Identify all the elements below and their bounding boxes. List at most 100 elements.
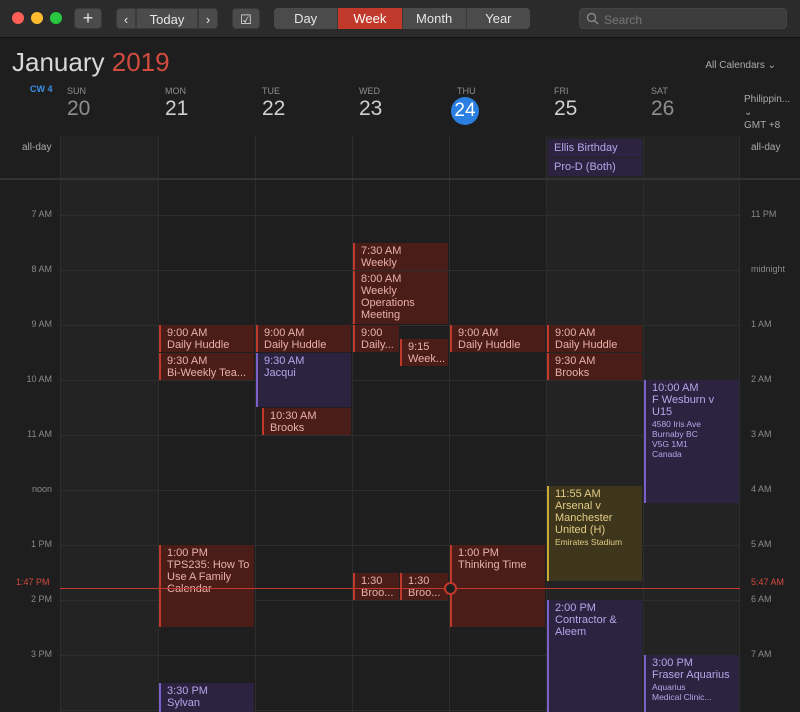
search-input[interactable]	[602, 9, 786, 30]
event-daily-huddle[interactable]: 9:00 AM Daily Huddle	[450, 325, 545, 352]
day-header-sun[interactable]: SUN 20	[67, 86, 164, 121]
invitations-icon[interactable]: ☑	[232, 8, 260, 29]
event-time: 2:00 PM	[555, 602, 596, 614]
allday-event-ellis-birthday[interactable]: Ellis Birthday	[548, 139, 642, 157]
event-location: Aquarius	[652, 682, 686, 692]
event-time: 9:00 AM	[167, 327, 208, 339]
tab-day[interactable]: Day	[274, 8, 339, 29]
event-daily-huddle[interactable]: 9:00 Daily...	[353, 325, 399, 352]
event-location: Medical Clinic...	[652, 692, 712, 702]
event-time: 8:00 AM	[361, 273, 402, 285]
hour-label-secondary: 3 AM	[751, 429, 772, 439]
day-name: FRI	[554, 86, 569, 96]
event-title: Weekly Custom...	[361, 257, 408, 270]
event-title: F Wesburn v U15	[652, 394, 715, 418]
page-title: January 2019	[12, 47, 170, 78]
event-time: 9:00 AM	[264, 327, 305, 339]
event-brooks[interactable]: 1:30 Broo...	[400, 573, 448, 600]
hour-label: 1 PM	[30, 539, 52, 549]
allday-event-pro-d[interactable]: Pro-D (Both)	[548, 158, 642, 176]
event-location: Canada	[652, 449, 682, 459]
event-daily-huddle[interactable]: 9:00 AM Daily Huddle	[547, 325, 642, 352]
event-jacqui[interactable]: 9:30 AM Jacqui	[256, 353, 351, 407]
event-title: Daily Huddle	[264, 339, 327, 351]
day-header-mon[interactable]: MON 21	[165, 86, 262, 121]
event-weekly[interactable]: 9:15 Week...	[400, 339, 448, 366]
event-title: Jacqui	[264, 367, 296, 379]
hour-label-secondary: 6 AM	[751, 594, 772, 604]
today-button[interactable]: Today	[136, 8, 198, 29]
day-name: SUN	[67, 86, 87, 96]
year-label: 2019	[111, 47, 170, 77]
event-contractor[interactable]: 2:00 PM Contractor & Aleem	[547, 600, 642, 712]
day-number: 20	[67, 97, 91, 120]
add-event-button[interactable]: +	[74, 8, 102, 29]
event-location: Emirates Stadium	[555, 537, 623, 547]
tab-month[interactable]: Month	[403, 8, 467, 29]
event-title: Arsenal v Manchester United (H)	[555, 500, 613, 536]
column-sun[interactable]	[60, 136, 158, 712]
timezone-selector[interactable]: Philippin... ⌄ GMT +8	[744, 93, 800, 132]
column-wed[interactable]	[352, 136, 449, 712]
minimize-window-button[interactable]	[31, 12, 43, 24]
event-wesburn[interactable]: 10:00 AM F Wesburn v U15 4580 Iris Ave B…	[644, 380, 739, 503]
week-grid[interactable]: all-day all-day Ellis Birthday Pro-D (Bo…	[0, 136, 800, 712]
hour-line	[60, 380, 740, 381]
hour-label: 8 AM	[31, 264, 52, 274]
all-calendars-dropdown[interactable]: All Calendars ⌄	[705, 60, 776, 71]
hour-label: 7 AM	[31, 209, 52, 219]
event-time: 9:00 AM	[458, 327, 499, 339]
tab-week[interactable]: Week	[338, 8, 403, 29]
event-title: Sylvan	[167, 697, 201, 709]
event-time: 9:00	[361, 327, 383, 339]
event-brooks-duncan[interactable]: 10:30 AM Brooks Dunca...	[262, 408, 351, 435]
search-icon	[586, 12, 599, 25]
next-week-button[interactable]: ›	[198, 8, 218, 29]
day-name: MON	[165, 86, 186, 96]
event-brooks[interactable]: 1:30 Broo...	[353, 573, 399, 600]
event-daily-huddle[interactable]: 9:00 AM Daily Huddle	[256, 325, 351, 352]
event-time: 1:30	[361, 575, 383, 587]
event-daily-huddle[interactable]: 9:00 AM Daily Huddle	[159, 325, 254, 352]
day-header-fri[interactable]: FRI 25	[554, 86, 651, 121]
event-weekly-operations[interactable]: 8:00 AM Weekly Operations Meeting	[353, 271, 448, 324]
previous-week-button[interactable]: ‹	[116, 8, 136, 29]
hour-label: noon	[31, 484, 52, 494]
zoom-window-button[interactable]	[50, 12, 62, 24]
day-header-sat[interactable]: SAT 26	[651, 86, 748, 121]
event-fraser-aquarius[interactable]: 3:00 PM Fraser Aquarius Aquarius Medical…	[644, 655, 739, 712]
hour-label-secondary: 7 AM	[751, 649, 772, 659]
day-header-tue[interactable]: TUE 22	[262, 86, 359, 121]
hour-label: 3 PM	[30, 649, 52, 659]
all-day-label: all-day	[22, 142, 52, 153]
close-window-button[interactable]	[12, 12, 24, 24]
event-tps235[interactable]: 1:00 PM TPS235: How To Use A Family Cale…	[159, 545, 254, 627]
event-time: 11:55 AM	[555, 488, 601, 500]
view-switcher: Day Week Month Year	[274, 8, 530, 29]
event-weekly-customer[interactable]: 7:30 AM Weekly Custom...	[353, 243, 448, 270]
day-name: WED	[359, 86, 380, 96]
event-time: 9:30 AM	[264, 355, 305, 367]
hour-label: 2 PM	[30, 594, 52, 604]
hour-label: 11 AM	[27, 429, 52, 439]
event-arsenal[interactable]: 11:55 AM Arsenal v Manchester United (H)…	[547, 486, 642, 581]
day-header-wed[interactable]: WED 23	[359, 86, 456, 121]
event-time: 3:00 PM	[652, 657, 693, 669]
hour-label: 9 AM	[31, 319, 52, 329]
day-number: 26	[651, 97, 675, 120]
event-time: 1:00 PM	[458, 547, 499, 559]
hour-label-secondary: 4 AM	[751, 484, 772, 494]
event-title: Daily...	[361, 339, 394, 351]
hour-line	[60, 435, 740, 436]
event-time: 9:30 AM	[555, 355, 596, 367]
tab-year[interactable]: Year	[467, 8, 530, 29]
day-header-thu[interactable]: THU 24	[451, 86, 554, 125]
event-thinking-time[interactable]: 1:00 PM Thinking Time	[450, 545, 545, 627]
event-brooks-duncan[interactable]: 9:30 AM Brooks Duncan...	[547, 353, 642, 380]
event-title: Contractor & Aleem	[555, 614, 617, 638]
event-bi-weekly[interactable]: 9:30 AM Bi-Weekly Tea...	[159, 353, 254, 380]
hour-line	[60, 215, 740, 216]
event-sylvan[interactable]: 3:30 PM Sylvan	[159, 683, 254, 712]
event-title: Daily Huddle	[167, 339, 230, 351]
search-box	[579, 8, 787, 30]
